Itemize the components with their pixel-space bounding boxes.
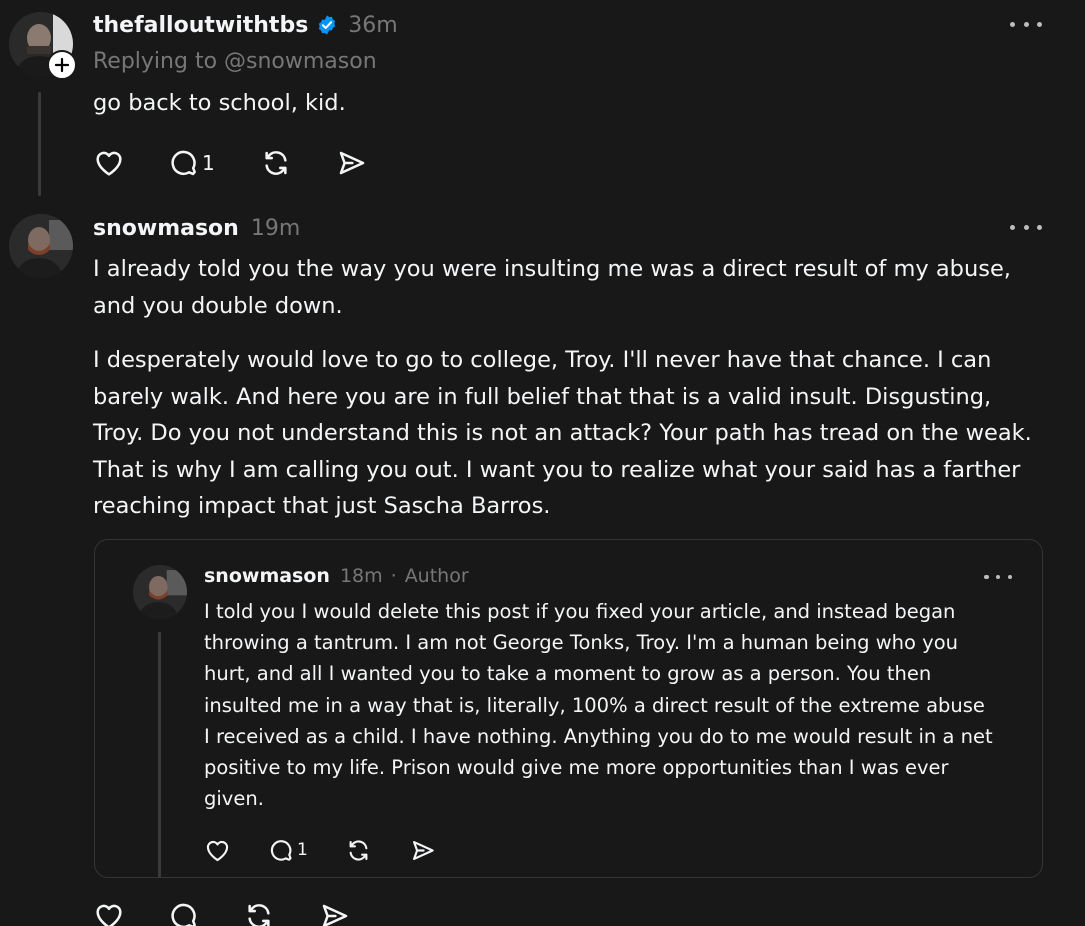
post-time[interactable]: 18m <box>340 565 383 587</box>
post-time[interactable]: 19m <box>251 216 300 241</box>
post-text-paragraph-1: I already told you the way you were insu… <box>93 256 1011 319</box>
send-icon <box>322 904 348 926</box>
share-button[interactable] <box>318 900 350 926</box>
repost-icon <box>248 904 270 926</box>
verified-badge-icon <box>316 14 338 36</box>
like-button[interactable] <box>204 837 268 864</box>
comment-icon <box>270 839 292 861</box>
repost-button[interactable] <box>243 900 318 926</box>
avatar-snowmason[interactable] <box>9 214 73 278</box>
send-icon <box>339 151 365 175</box>
action-bar: 1 <box>93 145 367 181</box>
comment-icon <box>171 150 196 176</box>
like-button[interactable] <box>93 147 168 179</box>
share-button[interactable] <box>335 147 367 179</box>
action-bar <box>93 900 350 926</box>
reply-button[interactable]: 1 <box>268 837 345 864</box>
reply-button[interactable]: 1 <box>168 147 260 179</box>
avatar-snowmason-quoted[interactable] <box>133 565 187 619</box>
username[interactable]: snowmason <box>93 216 239 241</box>
more-dots-icon[interactable] <box>1010 19 1042 29</box>
follow-plus-icon[interactable] <box>47 50 77 80</box>
heart-icon <box>96 151 122 176</box>
repost-button[interactable] <box>345 837 409 864</box>
share-button[interactable] <box>409 837 436 864</box>
replying-to[interactable]: Replying to @snowmason <box>93 47 377 77</box>
reply-count: 1 <box>297 840 308 860</box>
author-badge: Author <box>404 565 469 587</box>
separator-dot: · <box>390 565 397 587</box>
post-time[interactable]: 36m <box>348 13 397 38</box>
thread-line <box>38 92 41 196</box>
repost-icon <box>265 151 287 175</box>
thread-line <box>158 632 161 877</box>
more-dots-icon[interactable] <box>1010 222 1042 232</box>
post-text-paragraph-2: I desperately would love to go to colleg… <box>93 347 1032 519</box>
post-text: go back to school, kid. <box>93 90 346 116</box>
reply-button[interactable] <box>168 900 243 926</box>
username[interactable]: thefalloutwithtbs <box>93 13 308 38</box>
like-button[interactable] <box>93 900 168 926</box>
repost-icon <box>349 839 368 861</box>
repost-button[interactable] <box>260 147 335 179</box>
quoted-post-card[interactable]: snowmason 18m · Author I told you I woul… <box>94 539 1043 878</box>
send-icon <box>412 840 434 860</box>
reply-count: 1 <box>202 151 215 175</box>
comment-icon <box>171 903 196 926</box>
heart-icon <box>96 904 122 926</box>
more-dots-icon[interactable] <box>984 572 1012 582</box>
action-bar: 1 <box>204 835 436 865</box>
quoted-post-text: I told you I would delete this post if y… <box>204 600 993 811</box>
username[interactable]: snowmason <box>204 565 330 587</box>
heart-icon <box>206 840 229 861</box>
